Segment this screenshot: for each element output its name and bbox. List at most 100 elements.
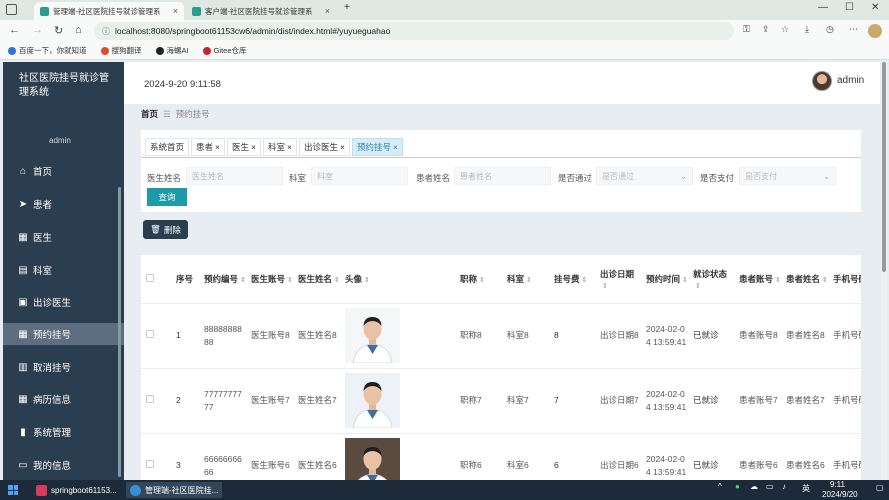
avatar[interactable] bbox=[812, 71, 832, 91]
sort-icon[interactable]: ⇕ bbox=[822, 276, 828, 284]
close-icon[interactable]: × bbox=[173, 6, 178, 16]
column-header[interactable]: 科室 ⇕ bbox=[502, 255, 549, 304]
patient-name-input[interactable]: 患者姓名 bbox=[454, 167, 551, 185]
sidebar-item[interactable]: ▦ 病历信息 bbox=[3, 388, 124, 410]
sidebar-item[interactable]: ▥ 取消挂号 bbox=[3, 356, 124, 378]
close-icon[interactable]: × bbox=[287, 142, 292, 152]
sort-icon[interactable]: ⇕ bbox=[582, 276, 588, 284]
window-close-icon[interactable]: ✕ bbox=[871, 2, 879, 13]
table-row[interactable]: 2 7777777777 医生账号7 医生姓名7 职称7 科室7 7 出诊日期7 2024-02… bbox=[141, 368, 861, 434]
column-header[interactable]: 挂号费 ⇕ bbox=[549, 255, 595, 304]
sidebar-item[interactable]: ▭ 我的信息 bbox=[3, 454, 124, 476]
tray-language[interactable]: 英 bbox=[802, 483, 810, 494]
url-field[interactable]: ⓘ localhost:8080/springboot61153cw6/admi… bbox=[94, 22, 734, 40]
sort-icon[interactable]: ⇕ bbox=[240, 276, 246, 284]
row-checkbox[interactable] bbox=[146, 330, 154, 338]
sidebar-item[interactable]: ▦ 预约挂号 bbox=[3, 323, 124, 345]
view-tab[interactable]: 预约挂号 × bbox=[351, 138, 403, 156]
notification-icon[interactable]: ▢ bbox=[876, 483, 884, 492]
doctor-photo[interactable] bbox=[345, 308, 400, 363]
sort-icon[interactable]: ⇕ bbox=[775, 276, 781, 284]
tray-wechat-icon[interactable]: ● bbox=[735, 482, 740, 491]
paid-select[interactable]: 是否支付 ⌄ bbox=[739, 167, 836, 185]
column-header[interactable]: 头像 ⇕ bbox=[340, 255, 455, 304]
bookmark-hailuo[interactable]: 海螺AI bbox=[155, 45, 189, 56]
key-icon[interactable]: ⚿ bbox=[743, 24, 750, 35]
bookmark-gitee[interactable]: Gitee仓库 bbox=[202, 45, 247, 56]
sort-icon[interactable]: ⇕ bbox=[695, 282, 701, 290]
approved-select[interactable]: 是否通过 ⌄ bbox=[596, 167, 693, 185]
close-icon[interactable]: × bbox=[393, 142, 398, 152]
taskbar-date[interactable]: 2024/9/20 bbox=[822, 490, 858, 499]
table-row[interactable]: 3 6666666666 医生账号6 医生姓名6 职称6 科室6 6 出诊日期6 2024-02… bbox=[141, 433, 861, 480]
column-header[interactable]: 医生姓名 ⇕ bbox=[293, 255, 340, 304]
favorite-icon[interactable]: ☆ bbox=[781, 24, 789, 35]
tray-volume-icon[interactable]: ♪ bbox=[782, 482, 786, 491]
scrollbar-thumb[interactable] bbox=[882, 62, 886, 272]
forward-icon[interactable]: → bbox=[32, 24, 43, 36]
bookmark-baidu[interactable]: 百度一下，你就知道 bbox=[8, 45, 87, 56]
sort-icon[interactable]: ⇕ bbox=[602, 282, 608, 290]
close-icon[interactable]: × bbox=[251, 142, 256, 152]
column-header[interactable]: 出诊日期 ⇕ bbox=[595, 255, 641, 304]
history-icon[interactable]: ◷ bbox=[826, 24, 834, 35]
minimize-icon[interactable]: — bbox=[818, 2, 828, 13]
taskbar-item-browser[interactable]: 管理端-社区医院挂... bbox=[126, 482, 223, 498]
view-tab[interactable]: 系统首页 bbox=[145, 138, 190, 156]
table-row[interactable]: 1 8888888888 医生账号8 医生姓名8 职称8 科室8 8 出诊日期8 2024-02… bbox=[141, 303, 861, 369]
back-icon[interactable]: ← bbox=[9, 24, 20, 36]
user-name[interactable]: admin bbox=[837, 75, 864, 86]
share-icon[interactable]: ⇪ bbox=[762, 24, 770, 35]
start-icon[interactable] bbox=[8, 485, 18, 495]
column-header[interactable]: 预约编号 ⇕ bbox=[199, 255, 246, 304]
row-checkbox[interactable] bbox=[146, 460, 154, 468]
close-icon[interactable]: × bbox=[340, 142, 345, 152]
view-tab[interactable]: 出诊医生 × bbox=[298, 138, 350, 156]
sort-icon[interactable]: ⇕ bbox=[479, 276, 485, 284]
settings-icon[interactable]: ⋯ bbox=[849, 24, 858, 35]
column-header[interactable]: 患者账号 ⇕ bbox=[734, 255, 781, 304]
doctor-name-input[interactable]: 医生姓名 bbox=[186, 167, 283, 185]
dept-input[interactable]: 科室 bbox=[311, 167, 408, 185]
column-header[interactable]: 职称 ⇕ bbox=[455, 255, 502, 304]
breadcrumb-home[interactable]: 首页 bbox=[141, 108, 158, 120]
browser-tab-client[interactable]: 客户端-社区医院挂号就诊管理系 × bbox=[186, 2, 336, 20]
taskbar-item-ide[interactable]: springboot61153... bbox=[32, 482, 121, 498]
sidebar-item[interactable]: ▣ 出诊医生 bbox=[3, 291, 124, 313]
sidebar-item[interactable]: ▤ 科室 bbox=[3, 259, 124, 281]
row-checkbox[interactable] bbox=[146, 395, 154, 403]
view-tab[interactable]: 医生 × bbox=[227, 138, 261, 156]
sidebar-item[interactable]: ▦ 医生 bbox=[3, 226, 124, 248]
tray-network-icon[interactable]: ▭ bbox=[766, 482, 774, 491]
download-icon[interactable]: ⤓ bbox=[805, 24, 809, 35]
column-header[interactable]: 医生账号 ⇕ bbox=[246, 255, 293, 304]
doctor-photo[interactable] bbox=[345, 438, 400, 480]
site-info-icon[interactable]: ⓘ bbox=[102, 26, 110, 37]
page-scrollbar[interactable] bbox=[881, 62, 887, 480]
home-nav-icon[interactable]: ⌂ bbox=[75, 24, 82, 36]
view-tab[interactable]: 科室 × bbox=[262, 138, 297, 156]
sort-icon[interactable]: ⇕ bbox=[526, 276, 532, 284]
sort-icon[interactable]: ⇕ bbox=[287, 276, 293, 284]
delete-button[interactable]: 🗑 删除 bbox=[143, 220, 188, 239]
column-header[interactable]: 患者姓名 ⇕ bbox=[781, 255, 828, 304]
sidebar-item[interactable]: ⌂ 首页 bbox=[3, 160, 124, 182]
column-header[interactable]: 序号 bbox=[171, 255, 199, 304]
sort-icon[interactable]: ⇕ bbox=[682, 276, 688, 284]
view-tab[interactable]: 患者 × bbox=[191, 138, 225, 156]
browser-tab-admin[interactable]: 管理端-社区医院挂号就诊管理系 × bbox=[34, 2, 184, 20]
taskbar-time[interactable]: 9:11 bbox=[830, 480, 845, 489]
close-icon[interactable]: × bbox=[325, 6, 330, 16]
profile-icon[interactable] bbox=[868, 24, 882, 38]
column-header[interactable]: 手机号码⇕ bbox=[828, 255, 861, 304]
reload-icon[interactable]: ↻ bbox=[54, 24, 63, 37]
column-header[interactable]: 就诊状态 ⇕ bbox=[688, 255, 734, 304]
sort-icon[interactable]: ⇕ bbox=[334, 276, 340, 284]
new-tab-button[interactable]: + bbox=[344, 2, 350, 13]
tray-chevron-icon[interactable]: ^ bbox=[718, 482, 722, 491]
doctor-photo[interactable] bbox=[345, 373, 400, 428]
tray-cloud-icon[interactable]: ☁ bbox=[750, 482, 758, 491]
sidebar-item[interactable]: ➤ 患者 bbox=[3, 193, 124, 215]
query-button[interactable]: 查询 bbox=[147, 188, 187, 206]
sidebar-item[interactable]: ▮ 系统管理 bbox=[3, 421, 124, 443]
